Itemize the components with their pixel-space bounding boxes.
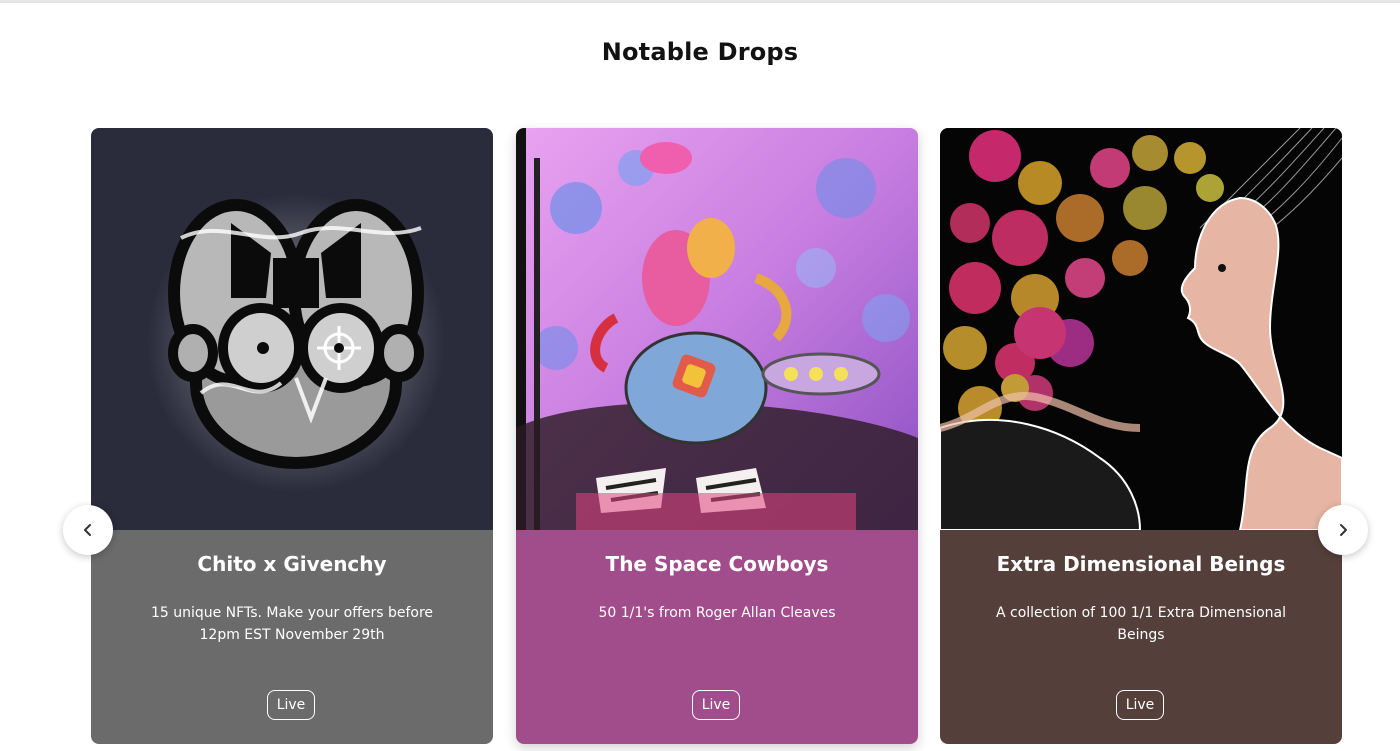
live-status-badge: Live <box>692 690 740 720</box>
drop-description: 15 unique NFTs. Make your offers before … <box>150 605 434 643</box>
header-divider <box>0 0 1400 3</box>
chevron-right-icon <box>1336 523 1350 537</box>
carousel-prev-button[interactable] <box>63 505 113 555</box>
drop-description: 50 1/1's from Roger Allan Cleaves <box>598 605 836 621</box>
carousel-next-button[interactable] <box>1318 505 1368 555</box>
section-title: Notable Drops <box>601 38 799 66</box>
live-status-badge: Live <box>1116 690 1164 720</box>
drop-info-panel: The Space Cowboys 50 1/1's from Roger Al… <box>516 530 918 744</box>
drop-artwork <box>516 128 918 530</box>
drop-info-panel: Chito x Givenchy 15 unique NFTs. Make yo… <box>91 530 493 744</box>
drop-title: Chito x Givenchy <box>197 552 387 576</box>
drop-description: A collection of 100 1/1 Extra Dimensiona… <box>995 605 1287 643</box>
drop-title: Extra Dimensional Beings <box>996 552 1286 576</box>
drop-card-space-cowboys[interactable]: The Space Cowboys 50 1/1's from Roger Al… <box>516 128 918 744</box>
drop-info-panel: Extra Dimensional Beings A collection of… <box>940 530 1342 744</box>
drop-card-extra-dimensional-beings[interactable]: Extra Dimensional Beings A collection of… <box>940 128 1342 744</box>
drop-card-chito-givenchy[interactable]: Chito x Givenchy 15 unique NFTs. Make yo… <box>91 128 493 744</box>
chevron-left-icon <box>81 523 95 537</box>
drop-artwork <box>91 128 493 530</box>
drop-title: The Space Cowboys <box>605 552 829 576</box>
live-status-badge: Live <box>267 690 315 720</box>
drop-artwork <box>940 128 1342 530</box>
